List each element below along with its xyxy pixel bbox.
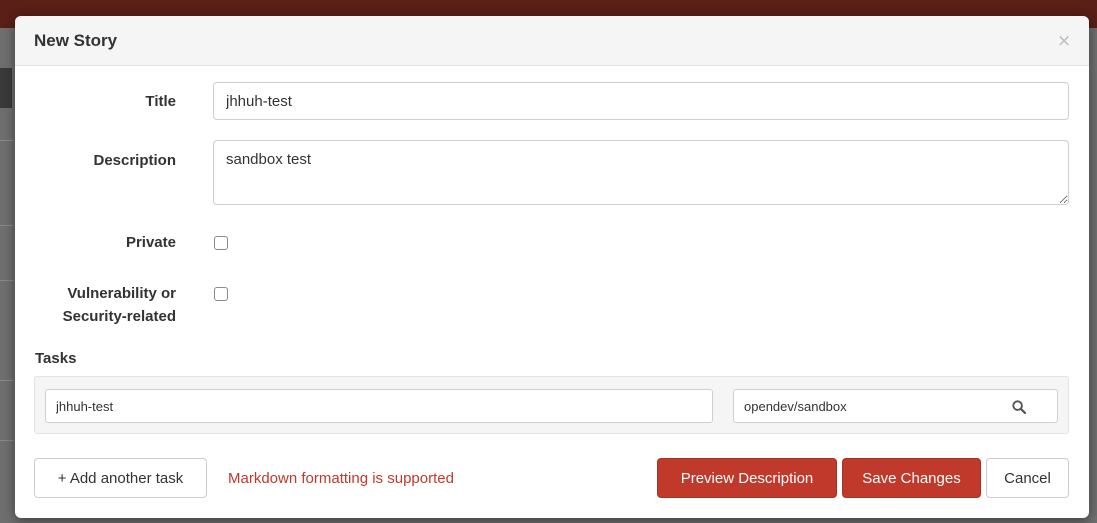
- description-textarea[interactable]: sandbox test: [213, 140, 1069, 205]
- background-divider: [0, 280, 14, 281]
- background-divider: [0, 380, 14, 381]
- modal-header: New Story ×: [15, 16, 1089, 66]
- title-label: Title: [145, 93, 176, 110]
- background-divider: [0, 140, 14, 141]
- security-checkbox[interactable]: [214, 287, 228, 301]
- background-divider: [0, 440, 14, 441]
- project-search-input[interactable]: [733, 389, 1058, 423]
- markdown-note: Markdown formatting is supported: [228, 470, 454, 487]
- close-button[interactable]: ×: [1057, 33, 1071, 50]
- security-label-line2: Security-related: [62, 308, 176, 325]
- private-checkbox[interactable]: [214, 236, 228, 250]
- background-divider: [0, 225, 14, 226]
- modal-title: New Story: [34, 31, 118, 50]
- search-icon[interactable]: [1012, 400, 1026, 414]
- security-label-line1: Vulnerability or: [67, 285, 176, 302]
- preview-description-button[interactable]: Preview Description: [657, 458, 837, 498]
- title-input[interactable]: [213, 82, 1069, 120]
- private-label: Private: [125, 234, 176, 251]
- background-heading-fragment: [0, 68, 12, 108]
- cancel-button[interactable]: Cancel: [986, 458, 1069, 498]
- security-label: Vulnerability or Security-related: [15, 284, 176, 327]
- save-changes-button[interactable]: Save Changes: [842, 458, 981, 498]
- new-story-modal: New Story × Title Description sandbox te…: [15, 16, 1089, 518]
- task-title-input[interactable]: [45, 389, 713, 423]
- description-label: Description: [93, 152, 176, 169]
- tasks-label: Tasks: [35, 350, 77, 367]
- add-task-button[interactable]: + Add another task: [34, 458, 207, 498]
